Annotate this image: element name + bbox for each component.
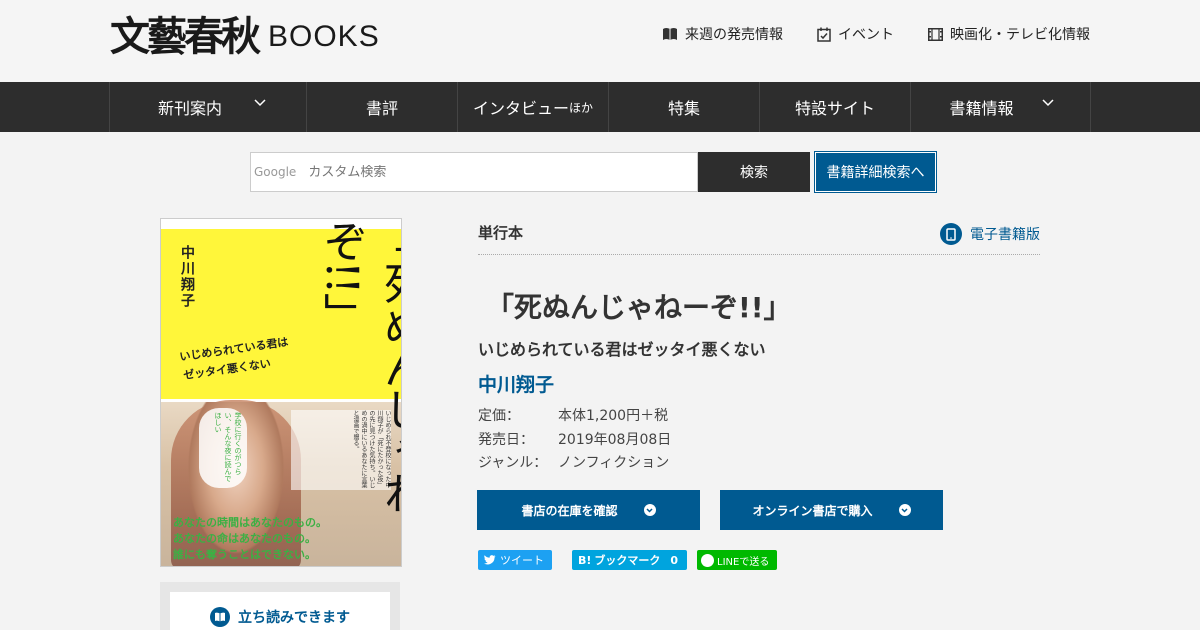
- hatena-count: 0: [670, 553, 679, 567]
- tachiyomi-button[interactable]: 立ち読みできます: [170, 592, 390, 630]
- header-link-event[interactable]: イベント: [817, 24, 894, 44]
- chevron-down-circle-icon: [643, 504, 656, 516]
- book-icon: [210, 607, 230, 627]
- header-link-label: イベント: [838, 27, 894, 43]
- header-link-next-week[interactable]: 来週の発売情報: [662, 24, 783, 44]
- tablet-icon: [940, 223, 962, 245]
- meta-key: 発売日：: [478, 432, 534, 448]
- nav-item-label: 特集: [667, 99, 700, 118]
- chevron-down-circle-icon: [898, 504, 911, 516]
- header-link-label: 映画化・テレビ化情報: [950, 27, 1090, 43]
- cover-green-line3: 誰にも奪うことはできない。: [173, 548, 316, 561]
- nav-item-label: 特設サイト: [794, 99, 875, 118]
- logo-kanji: 文藝春秋: [110, 13, 261, 60]
- book-title: 「死ぬんじゃねーぞ!!」: [486, 291, 792, 324]
- main-nav: 新刊案内 書評 インタビュー ほか 特集 特設サイト 書籍情報: [0, 82, 1200, 132]
- line-icon: [701, 553, 714, 567]
- site-header: 文藝春秋 BOOKS 来週の発売情報 イベント 映画化・テレビ化情報: [0, 0, 1200, 82]
- meta-key: 定価：: [478, 408, 520, 424]
- book-author-link[interactable]: 中川翔子: [478, 370, 554, 397]
- site-logo[interactable]: 文藝春秋 BOOKS: [110, 12, 380, 62]
- book-open-icon: [663, 28, 677, 40]
- meta-value: 本体1,200円＋税: [558, 408, 669, 424]
- nav-item-suffix: ほか: [569, 100, 594, 115]
- chevron-down-icon: [1042, 99, 1054, 107]
- meta-key: ジャンル：: [478, 455, 548, 471]
- google-label: Google: [254, 165, 297, 179]
- search-box: Google: [250, 152, 698, 192]
- ebook-link[interactable]: 電子書籍版: [940, 223, 1040, 245]
- button-label: オンライン書店で購入: [752, 503, 873, 518]
- nav-item-book-info[interactable]: 書籍情報: [911, 82, 1091, 132]
- line-label: LINEで送る: [717, 556, 770, 568]
- cover-author: 中川翔子: [179, 245, 195, 309]
- cover-title: 「死ぬんじゃねーぞ!!」: [316, 219, 402, 555]
- search-button[interactable]: 検索: [698, 152, 810, 192]
- hatena-b-icon: B!: [578, 553, 592, 567]
- hatena-bookmark-button[interactable]: B! ブックマーク 0: [572, 550, 687, 570]
- book-cover[interactable]: 中川翔子 いじめられている君は ゼッタイ悪くない 学校に行くのがつらい、そんな夜…: [160, 218, 402, 567]
- nav-item-features[interactable]: 特集: [609, 82, 760, 132]
- nav-item-reviews[interactable]: 書評: [307, 82, 458, 132]
- nav-item-label: 書評: [365, 99, 398, 118]
- divider: [478, 254, 1040, 255]
- detail-search-button[interactable]: 書籍詳細検索へ: [814, 151, 937, 193]
- film-icon: [928, 27, 943, 41]
- book-subtitle: いじめられている君はゼッタイ悪くない: [478, 340, 766, 359]
- cover-balloon: 学校に行くのがつらい、そんな夜に読んでほしい: [199, 408, 247, 488]
- tweet-label: ツイート: [500, 554, 544, 567]
- search-input[interactable]: [308, 164, 669, 180]
- twitter-icon: [484, 555, 496, 565]
- cover-green-line1: あなたの時間はあなたのもの。: [173, 516, 327, 529]
- tachiyomi-box: 立ち読みできます: [160, 582, 400, 630]
- nav-item-label: インタビュー: [472, 99, 569, 118]
- meta-price: 定価： 本体1,200円＋税: [478, 405, 668, 425]
- meta-value: 2019年08月08日: [558, 432, 672, 448]
- tweet-button[interactable]: ツイート: [478, 550, 552, 570]
- cover-green-line2: あなたの命はあなたのもの。: [173, 532, 316, 545]
- header-link-label: 来週の発売情報: [685, 27, 783, 43]
- calendar-check-icon: [817, 27, 831, 42]
- nav-item-interviews[interactable]: インタビュー ほか: [458, 82, 609, 132]
- tachiyomi-label: 立ち読みできます: [238, 610, 350, 626]
- logo-books: BOOKS: [268, 20, 380, 53]
- check-stock-button[interactable]: 書店の在庫を確認: [477, 490, 700, 530]
- nav-item-label: 新刊案内: [157, 99, 222, 118]
- hatena-label: ブックマーク: [594, 554, 661, 567]
- line-share-button[interactable]: LINEで送る: [697, 550, 777, 570]
- meta-release-date: 発売日： 2019年08月08日: [478, 429, 671, 449]
- nav-item-new-releases[interactable]: 新刊案内: [110, 82, 307, 132]
- nav-item-special-sites[interactable]: 特設サイト: [760, 82, 911, 132]
- header-link-media[interactable]: 映画化・テレビ化情報: [928, 24, 1090, 44]
- ebook-label: 電子書籍版: [970, 227, 1040, 243]
- button-label: 書店の在庫を確認: [521, 503, 618, 518]
- buy-online-button[interactable]: オンライン書店で購入: [720, 490, 943, 530]
- header-links: 来週の発売情報 イベント 映画化・テレビ化情報: [628, 24, 1090, 44]
- nav-item-label: 書籍情報: [949, 99, 1014, 118]
- meta-genre: ジャンル： ノンフィクション: [478, 452, 669, 472]
- book-category: 単行本: [478, 224, 524, 242]
- chevron-down-icon: [254, 99, 266, 107]
- meta-genre-link[interactable]: ノンフィクション: [558, 452, 669, 472]
